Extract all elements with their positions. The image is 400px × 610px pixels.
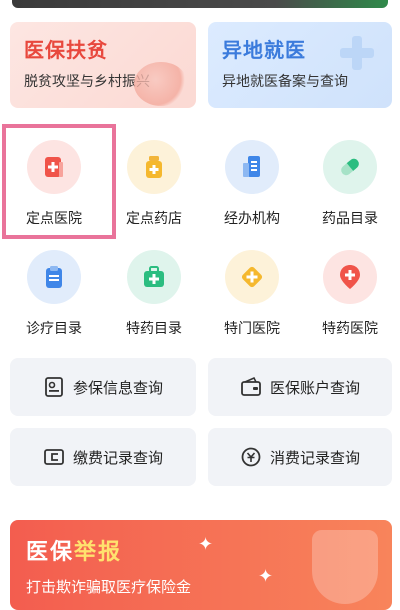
clipboard-icon bbox=[27, 250, 81, 304]
query-label: 缴费记录查询 bbox=[72, 448, 163, 467]
service-label: 定点药店 bbox=[126, 211, 182, 227]
diamond-cross-icon bbox=[225, 250, 279, 304]
consumption-record-query-button[interactable]: 消费记录查询 bbox=[208, 428, 392, 486]
capsule-icon bbox=[323, 140, 377, 194]
service-item-drug-catalog[interactable]: 药品目录 bbox=[300, 140, 400, 228]
service-item-special-drug-catalog[interactable]: 特药目录 bbox=[104, 250, 204, 338]
shield-icon bbox=[312, 530, 378, 604]
payment-card-icon bbox=[44, 449, 64, 465]
query-label: 参保信息查询 bbox=[72, 378, 163, 397]
remote-medical-banner[interactable]: 异地就医 异地就医备案与查询 bbox=[208, 22, 392, 108]
service-label: 特门医院 bbox=[224, 321, 280, 337]
id-card-icon bbox=[45, 377, 63, 397]
service-item-special-outpatient-hospital[interactable]: 特门医院 bbox=[202, 250, 302, 338]
flower-decoration-icon bbox=[134, 62, 188, 106]
banner-title: 医保扶贫 bbox=[24, 38, 108, 62]
map-pin-icon bbox=[323, 250, 377, 304]
service-item-agency[interactable]: 经办机构 bbox=[202, 140, 302, 228]
insurance-info-query-button[interactable]: 参保信息查询 bbox=[10, 358, 196, 416]
selection-highlight bbox=[2, 124, 116, 239]
pharmacy-icon bbox=[127, 140, 181, 194]
medical-account-query-button[interactable]: 医保账户查询 bbox=[208, 358, 392, 416]
medical-cross-icon bbox=[340, 36, 374, 70]
query-label: 医保账户查询 bbox=[269, 378, 360, 397]
sparkle-icon: ✦ bbox=[198, 534, 214, 555]
service-item-designated-pharmacy[interactable]: 定点药店 bbox=[104, 140, 204, 228]
payment-record-query-button[interactable]: 缴费记录查询 bbox=[10, 428, 196, 486]
query-label: 消费记录查询 bbox=[269, 448, 360, 467]
yuan-coin-icon bbox=[241, 447, 261, 467]
top-image-strip bbox=[12, 0, 388, 8]
wallet-icon bbox=[241, 376, 261, 396]
fraud-report-banner[interactable]: 医保举报 打击欺诈骗取医疗保险金 ✦ ✦ bbox=[10, 520, 392, 610]
banner-subtitle: 异地就医备案与查询 bbox=[222, 74, 348, 90]
poverty-alleviation-banner[interactable]: 医保扶贫 脱贫攻坚与乡村振兴 bbox=[10, 22, 196, 108]
medkit-icon bbox=[127, 250, 181, 304]
service-label: 特药医院 bbox=[322, 321, 378, 337]
service-label: 药品目录 bbox=[322, 211, 378, 227]
service-item-treatment-catalog[interactable]: 诊疗目录 bbox=[4, 250, 104, 338]
service-label: 经办机构 bbox=[224, 211, 280, 227]
sparkle-icon: ✦ bbox=[258, 566, 274, 587]
service-label: 诊疗目录 bbox=[26, 321, 82, 337]
building-icon bbox=[225, 140, 279, 194]
promo-title-part1: 医保 bbox=[26, 540, 75, 565]
service-label: 特药目录 bbox=[126, 321, 182, 337]
service-item-special-drug-hospital[interactable]: 特药医院 bbox=[300, 250, 400, 338]
promo-title-part2: 举报 bbox=[74, 540, 123, 565]
